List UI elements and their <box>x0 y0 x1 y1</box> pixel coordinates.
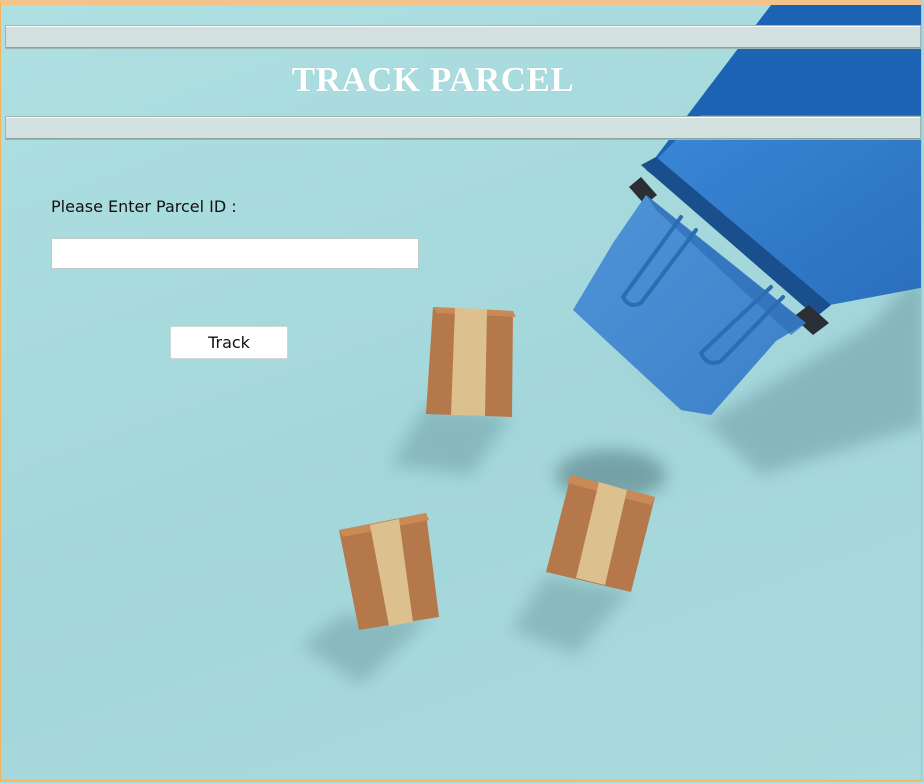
header-bar-top <box>5 25 921 49</box>
track-button[interactable]: Track <box>170 326 288 359</box>
parcel-box-1 <box>426 307 516 417</box>
header-bar-bottom <box>5 116 921 140</box>
page-title: TRACK PARCEL <box>291 60 575 99</box>
parcel-id-label: Please Enter Parcel ID : <box>51 197 237 216</box>
box-3-dark-shadow <box>556 450 666 500</box>
parcel-id-input[interactable] <box>51 238 419 269</box>
header: TRACK PARCEL <box>1 20 921 144</box>
parcel-box-3 <box>546 475 655 592</box>
parcel-box-2 <box>339 513 439 630</box>
app-window: TRACK PARCEL Please Enter Parcel ID : Tr… <box>0 0 922 781</box>
box-shadows <box>301 405 631 685</box>
conveyor-shadow <box>601 269 921 475</box>
